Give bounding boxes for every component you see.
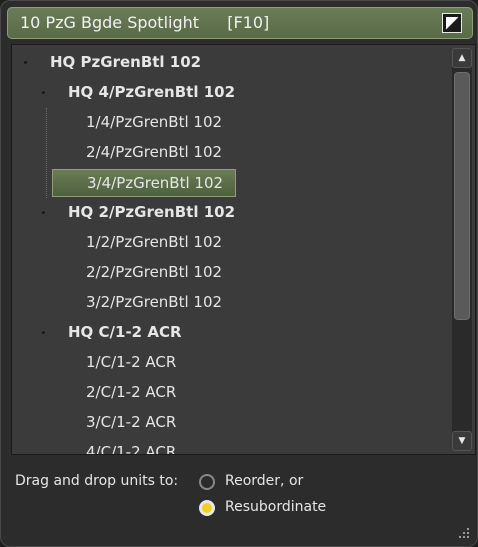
expand-toggle-icon[interactable] (24, 61, 27, 64)
expand-toggle-icon[interactable] (42, 331, 45, 334)
resubordinate-radio[interactable] (199, 500, 215, 516)
tree-row[interactable]: HQ PzGrenBtl 102 (50, 48, 201, 76)
tree-row-selected[interactable]: 3/4/PzGrenBtl 102 (52, 169, 236, 197)
tree-row[interactable]: 2/4/PzGrenBtl 102 (86, 138, 222, 166)
tree-row[interactable]: HQ C/1-2 ACR (68, 318, 182, 346)
tree-row[interactable]: 1/2/PzGrenBtl 102 (86, 228, 222, 256)
resubordinate-radio-label[interactable]: Resubordinate (225, 499, 326, 515)
scroll-up-button[interactable]: ▲ (452, 48, 472, 68)
drag-drop-label: Drag and drop units to: (15, 473, 179, 489)
tree-row[interactable]: 4/C/1-2 ACR (86, 438, 176, 454)
reorder-radio[interactable] (199, 474, 215, 490)
expand-toggle-icon[interactable] (42, 91, 45, 94)
arrow-down-icon: ▼ (458, 436, 466, 446)
scroll-down-button[interactable]: ▼ (452, 431, 472, 451)
vertical-scrollbar[interactable]: ▲ ▼ (452, 48, 472, 451)
resize-grip-icon[interactable] (457, 526, 471, 540)
collapse-icon (445, 16, 459, 30)
window-title: 10 PzG Bgde Spotlight [F10] (20, 13, 269, 32)
spotlight-window: 10 PzG Bgde Spotlight [F10] HQ PzGrenBtl… (0, 0, 478, 547)
tree-row[interactable]: HQ 4/PzGrenBtl 102 (68, 78, 235, 106)
tree-row[interactable]: 3/C/1-2 ACR (86, 408, 176, 436)
minimize-toggle-button[interactable] (442, 13, 462, 33)
tree-row[interactable]: 1/4/PzGrenBtl 102 (86, 108, 222, 136)
reorder-radio-label[interactable]: Reorder, or (225, 473, 303, 489)
tree-row[interactable]: 1/C/1-2 ACR (86, 348, 176, 376)
tree-row[interactable]: HQ 2/PzGrenBtl 102 (68, 198, 235, 226)
tree-row[interactable]: 2/2/PzGrenBtl 102 (86, 258, 222, 286)
unit-tree-panel: HQ PzGrenBtl 102 HQ 4/PzGrenBtl 102 1/4/Pz… (11, 44, 476, 455)
expand-toggle-icon[interactable] (42, 211, 45, 214)
arrow-up-icon: ▲ (458, 53, 466, 63)
scrollbar-thumb[interactable] (454, 72, 470, 320)
window-hotkey: [F10] (227, 13, 270, 32)
title-bar[interactable]: 10 PzG Bgde Spotlight [F10] (7, 7, 473, 39)
tree-guide-line (46, 108, 47, 198)
tree-row[interactable]: 2/C/1-2 ACR (86, 378, 176, 406)
unit-tree[interactable]: HQ PzGrenBtl 102 HQ 4/PzGrenBtl 102 1/4/Pz… (12, 45, 449, 454)
window-title-text: 10 PzG Bgde Spotlight (20, 13, 200, 32)
tree-row[interactable]: 3/2/PzGrenBtl 102 (86, 288, 222, 316)
